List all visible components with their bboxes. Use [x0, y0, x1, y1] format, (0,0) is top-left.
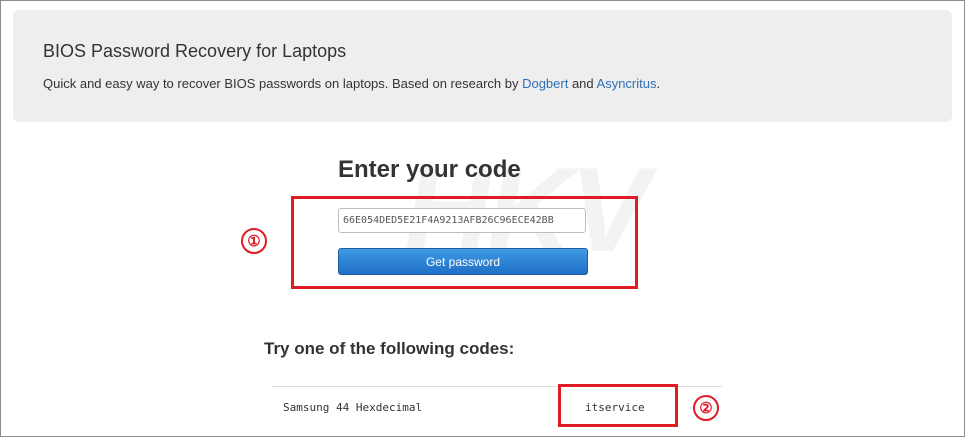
description-suffix: .	[656, 76, 661, 91]
description-mid: and	[568, 76, 597, 91]
page-description: Quick and easy way to recover BIOS passw…	[43, 76, 660, 91]
enter-code-heading: Enter your code	[338, 156, 521, 183]
code-vendor-cell: Samsung 44 Hexdecimal	[283, 401, 423, 414]
header-jumbotron: BIOS Password Recovery for Laptops Quick…	[13, 10, 952, 122]
results-heading: Try one of the following codes:	[264, 339, 515, 358]
asyncritus-link[interactable]: Asyncritus	[597, 76, 657, 91]
annotation-marker-2: ②	[693, 395, 719, 421]
description-prefix: Quick and easy way to recover BIOS passw…	[43, 76, 523, 91]
highlight-box-result	[558, 384, 678, 427]
annotation-marker-1: ①	[241, 228, 267, 254]
page-title: BIOS Password Recovery for Laptops	[43, 41, 347, 61]
highlight-box-form	[291, 196, 638, 289]
dogbert-link[interactable]: Dogbert	[522, 76, 568, 91]
